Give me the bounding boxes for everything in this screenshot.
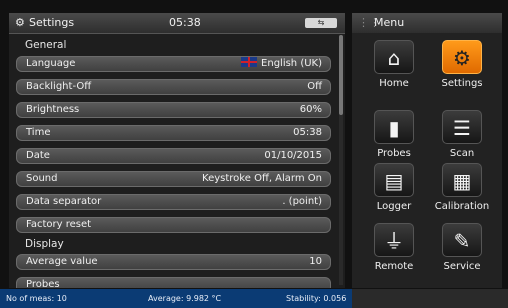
menu-calibration-button[interactable]: ▦ Calibration — [434, 163, 490, 219]
setting-value: Keystroke Off, Alarm On — [202, 173, 322, 184]
setting-label: Brightness — [26, 104, 80, 115]
setting-value: 05:38 — [293, 127, 322, 138]
menu-title: Menu — [374, 16, 405, 29]
average-reading: Average: 9.982 °C — [148, 294, 222, 303]
menu-label: Settings — [441, 78, 483, 89]
menu-remote-button[interactable]: ⏚ Remote — [366, 223, 422, 279]
setting-brightness[interactable]: Brightness 60% — [16, 102, 331, 118]
setting-value: . (point) — [282, 196, 322, 207]
setting-date[interactable]: Date 01/10/2015 — [16, 148, 331, 164]
clock: 05:38 — [169, 16, 201, 29]
stability-reading: Stability: 0.056 — [286, 294, 347, 303]
calibration-doc-icon: ▦ — [442, 163, 482, 197]
menu-label: Home — [379, 78, 409, 89]
setting-value: 01/10/2015 — [264, 150, 322, 161]
setting-time[interactable]: Time 05:38 — [16, 125, 331, 141]
setting-label: Sound — [26, 173, 58, 184]
scan-list-icon: ☰ — [442, 110, 482, 144]
device-screen: ⚙ Settings 05:38 ⇆ General Language Engl… — [0, 0, 508, 308]
setting-language[interactable]: Language English (UK) — [16, 56, 331, 72]
logger-chart-icon: ▤ — [374, 163, 414, 197]
settings-panel: ⚙ Settings 05:38 ⇆ General Language Engl… — [9, 13, 345, 288]
setting-label: Date — [26, 150, 50, 161]
setting-value: Off — [307, 81, 322, 92]
menu-logger-button[interactable]: ▤ Logger — [366, 163, 422, 219]
uk-flag-icon — [241, 57, 258, 67]
menu-label: Scan — [449, 148, 475, 159]
menu-service-button[interactable]: ✎ Service — [434, 223, 490, 279]
setting-label: Probes — [26, 279, 60, 288]
settings-header: ⚙ Settings 05:38 ⇆ — [9, 13, 345, 34]
setting-label: Backlight-Off — [26, 81, 92, 92]
setting-factory-reset[interactable]: Factory reset — [16, 217, 331, 233]
menu-home-button[interactable]: ⌂ Home — [366, 40, 422, 96]
setting-backlight-off[interactable]: Backlight-Off Off — [16, 79, 331, 95]
menu-probes-button[interactable]: ▮ Probes — [366, 110, 422, 166]
status-bar: No of meas: 10 Average: 9.982 °C Stabili… — [0, 289, 508, 308]
menu-scan-button[interactable]: ☰ Scan — [434, 110, 490, 166]
settings-gear-icon: ⚙ — [15, 16, 25, 29]
setting-average-value[interactable]: Average value 10 — [16, 254, 331, 270]
usb-icon: ⇆ — [305, 18, 337, 28]
scrollbar-thumb[interactable] — [339, 35, 343, 115]
settings-list[interactable]: General Language English (UK) Backlight-… — [9, 34, 335, 288]
setting-probes[interactable]: Probes — [16, 277, 331, 288]
home-icon: ⌂ — [374, 40, 414, 74]
thermometer-icon: ▮ — [374, 110, 414, 144]
setting-label: Average value — [26, 256, 98, 267]
menu-header: ⋮⋮ Menu — [352, 13, 502, 33]
section-display: Display — [25, 238, 64, 250]
setting-label: Language — [26, 58, 76, 69]
measurement-count: No of meas: 10 — [6, 294, 67, 303]
menu-label: Probes — [377, 148, 411, 159]
setting-data-separator[interactable]: Data separator . (point) — [16, 194, 331, 210]
wrench-icon: ✎ — [442, 223, 482, 257]
menu-label: Logger — [376, 201, 412, 212]
status-bar-right-blank — [352, 289, 508, 308]
setting-label: Factory reset — [26, 219, 92, 230]
remote-plug-icon: ⏚ — [374, 223, 414, 257]
setting-sound[interactable]: Sound Keystroke Off, Alarm On — [16, 171, 331, 187]
menu-label: Service — [443, 261, 481, 272]
setting-label: Time — [26, 127, 51, 138]
settings-gear-icon: ⚙ — [442, 40, 482, 74]
menu-label: Calibration — [434, 201, 490, 212]
setting-value: 60% — [299, 104, 322, 115]
setting-label: Data separator — [26, 196, 102, 207]
setting-value: 10 — [309, 256, 322, 267]
setting-value: English (UK) — [261, 58, 322, 69]
menu-panel: ⋮⋮ Menu ⌂ Home ⚙ Settings ▮ Probes ☰ Sca… — [352, 13, 502, 288]
menu-label: Remote — [374, 261, 414, 272]
section-general: General — [25, 39, 67, 51]
settings-title: Settings — [29, 16, 75, 29]
menu-settings-button[interactable]: ⚙ Settings — [434, 40, 490, 96]
